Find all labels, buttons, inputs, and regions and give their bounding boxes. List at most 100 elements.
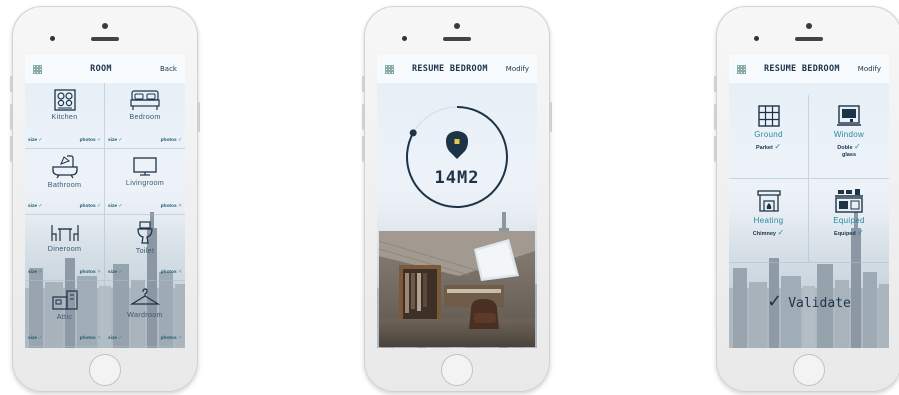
speaker xyxy=(795,37,823,41)
feature-grid: Ground Parket ✓ Window Doble ✓ glass Heat… xyxy=(729,95,889,263)
size-label: size xyxy=(28,336,38,341)
photos-label: photos xyxy=(160,138,177,143)
room-status: size ✓ photos ✓ xyxy=(105,138,185,143)
feature-value-text-2: glass xyxy=(841,151,857,158)
bathtub-icon xyxy=(51,155,78,179)
room-status: size ✓ photos ✕ xyxy=(105,204,185,209)
room-tile-attic[interactable]: Attic size ✓ photos ✕ xyxy=(25,281,105,347)
header: ROOM Back xyxy=(25,55,185,83)
feature-heating[interactable]: Heating Chimney ✓ xyxy=(729,179,809,263)
photos-missing-icon: ✕ xyxy=(96,270,101,275)
toilet-icon xyxy=(137,221,153,244)
speaker xyxy=(91,37,119,41)
size-check-icon: ✓ xyxy=(118,204,123,209)
camera xyxy=(454,23,460,29)
tv-icon xyxy=(133,157,157,176)
size-label: size xyxy=(108,336,118,341)
feature-value-text: Doble xyxy=(837,145,853,151)
home-button[interactable] xyxy=(793,354,825,386)
photos-label: photos xyxy=(79,138,96,143)
room-tile-dineroom[interactable]: Dineroom size ✓ photos ✕ xyxy=(25,215,105,281)
size-label: size xyxy=(28,138,38,143)
power-button xyxy=(549,102,552,132)
window-icon xyxy=(837,105,861,126)
feature-label: Ground xyxy=(754,130,783,139)
appliances-icon xyxy=(835,189,863,213)
home-button[interactable] xyxy=(441,354,473,386)
room-status: size ✓ photos ✕ xyxy=(25,336,104,341)
size-check-icon: ✓ xyxy=(118,270,123,275)
feature-value-text: Equiped xyxy=(834,231,856,237)
progress-handle[interactable] xyxy=(409,129,417,137)
room-tile-toilet[interactable]: Toilet size ✓ photos ✕ xyxy=(105,215,185,281)
size-check-icon: ✓ xyxy=(118,336,123,341)
photos-label: photos xyxy=(160,336,177,341)
grid-menu-icon[interactable] xyxy=(737,64,746,74)
photos-label: photos xyxy=(79,270,96,275)
room-tile-wardroom[interactable]: Wardroom size ✓ photos ✕ xyxy=(105,281,185,347)
home-button[interactable] xyxy=(89,354,121,386)
grid-menu-icon[interactable] xyxy=(33,64,42,74)
feature-ground[interactable]: Ground Parket ✓ xyxy=(729,95,809,179)
photos-check-icon: ✓ xyxy=(177,138,182,143)
volume-down xyxy=(10,136,13,162)
stove-icon xyxy=(53,89,76,111)
check-icon: ✓ xyxy=(857,228,864,237)
hanger-icon xyxy=(130,288,160,305)
room-label: Kitchen xyxy=(51,112,78,121)
room-label: Wardroom xyxy=(127,310,163,319)
header: RESUME BEDROOM Modify xyxy=(377,55,537,83)
feature-window[interactable]: Window Doble ✓ glass xyxy=(809,95,889,179)
screen: RESUME BEDROOM Modify 14M2 xyxy=(377,55,537,348)
volume-down xyxy=(362,136,365,162)
screen: RESUME BEDROOM Modify Ground Parket ✓ Wi… xyxy=(729,55,889,348)
photos-missing-icon: ✕ xyxy=(177,270,182,275)
room-grid: Kitchen size ✓ photos ✓ Bedroom size ✓ pho… xyxy=(25,83,185,347)
feature-value: Doble ✓ glass xyxy=(809,142,889,158)
modify-button[interactable]: Modify xyxy=(858,65,881,73)
room-status: size ✓ photos ✓ xyxy=(25,204,104,209)
room-tile-bedroom[interactable]: Bedroom size ✓ photos ✓ xyxy=(105,83,185,149)
check-icon: ✓ xyxy=(854,142,861,151)
room-tile-kitchen[interactable]: Kitchen size ✓ photos ✓ xyxy=(25,83,105,149)
photos-label: photos xyxy=(79,336,96,341)
photos-check-icon: ✓ xyxy=(96,204,101,209)
photos-label: photos xyxy=(160,204,177,209)
room-tile-bathroom[interactable]: Bathroom size ✓ photos ✓ xyxy=(25,149,105,215)
size-check-icon: ✓ xyxy=(38,336,43,341)
grid-menu-icon[interactable] xyxy=(385,64,394,74)
dining-table-icon xyxy=(50,225,79,241)
room-label: Attic xyxy=(56,312,73,321)
feature-value-text: Parket xyxy=(755,145,773,151)
feature-value-text: Chimney xyxy=(752,231,776,237)
validate-button[interactable]: ✓ Validate xyxy=(729,291,889,312)
photos-missing-icon: ✕ xyxy=(96,336,101,341)
power-button xyxy=(197,102,200,132)
volume-up xyxy=(10,104,13,130)
header: RESUME BEDROOM Modify xyxy=(729,55,889,83)
phone-resume-bedroom: RESUME BEDROOM Modify 14M2 xyxy=(362,6,552,392)
photos-label: photos xyxy=(79,204,96,209)
photos-label: photos xyxy=(160,270,177,275)
mute-switch xyxy=(714,76,717,92)
photos-check-icon: ✓ xyxy=(96,138,101,143)
floor-grid-icon xyxy=(757,105,780,127)
page-title: RESUME BEDROOM xyxy=(411,64,488,74)
back-button[interactable]: Back xyxy=(160,65,177,73)
feature-value: Parket ✓ xyxy=(729,142,808,152)
page-title: RESUME BEDROOM xyxy=(763,64,840,74)
front-sensor xyxy=(402,36,407,41)
speaker xyxy=(443,37,471,41)
check-icon: ✓ xyxy=(777,228,785,237)
size-check-icon: ✓ xyxy=(118,138,123,143)
modify-button[interactable]: Modify xyxy=(506,65,529,73)
check-icon: ✓ xyxy=(774,142,782,151)
front-sensor xyxy=(754,36,759,41)
volume-down xyxy=(714,136,717,162)
page-title: ROOM xyxy=(90,64,112,74)
room-tile-livingroom[interactable]: Livingroom size ✓ photos ✕ xyxy=(105,149,185,215)
camera xyxy=(102,23,108,29)
feature-equiped[interactable]: Equiped Equiped ✓ xyxy=(809,179,889,263)
attic-icon xyxy=(51,290,78,310)
room-label: Bathroom xyxy=(47,180,82,189)
